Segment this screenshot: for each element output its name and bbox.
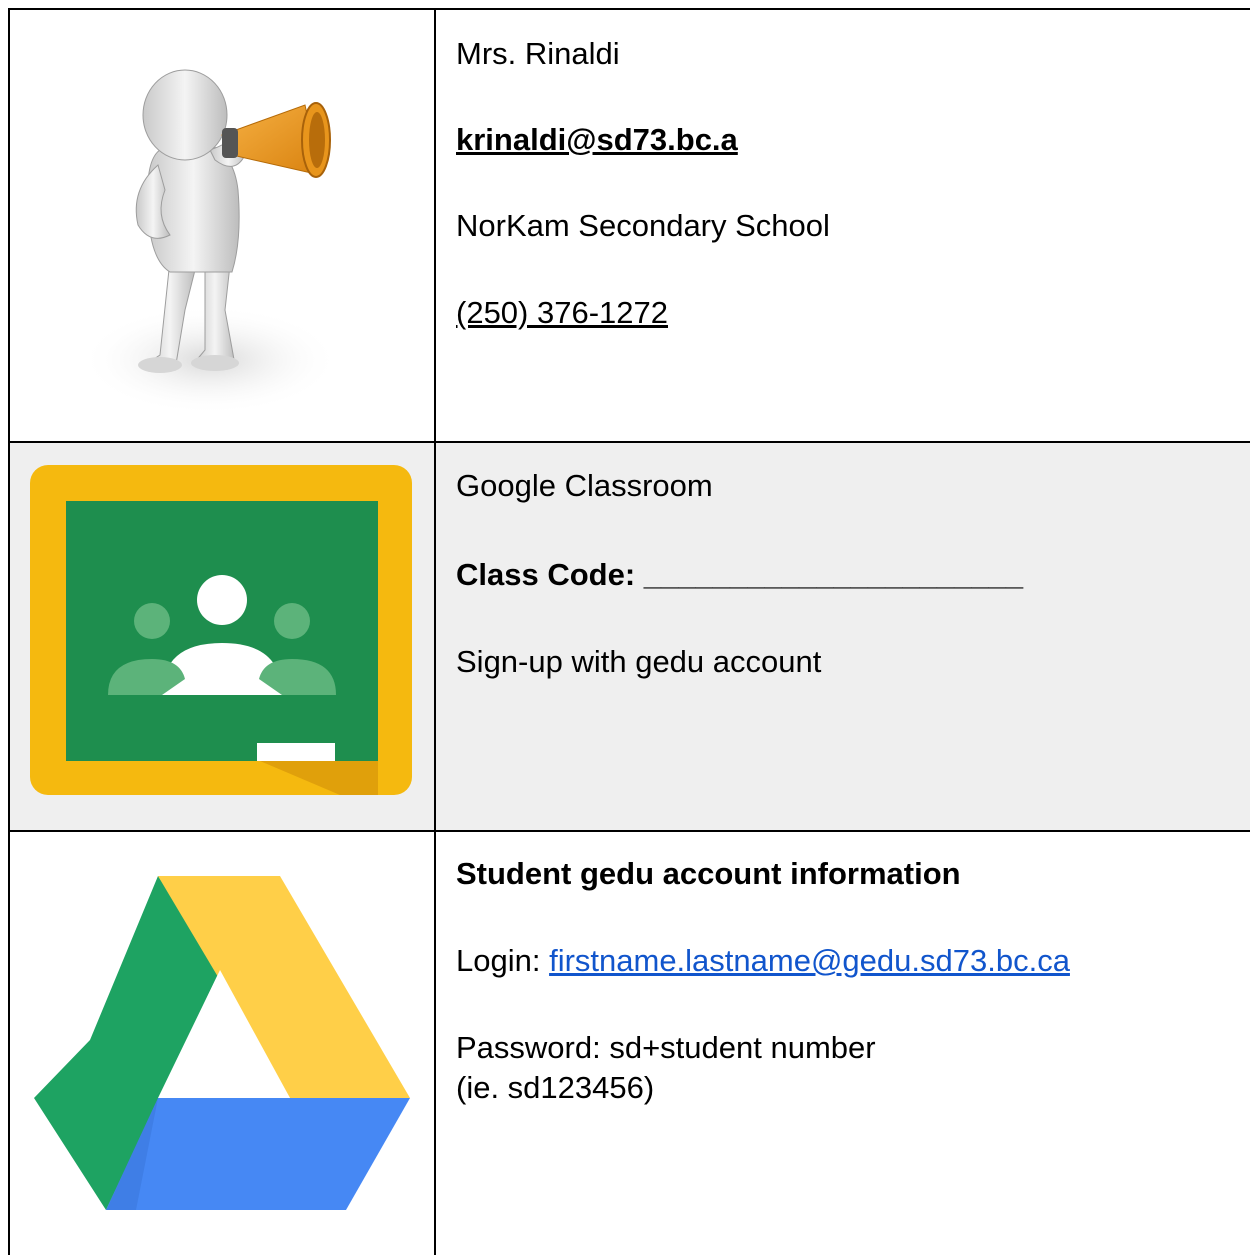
school-name: NorKam Secondary School	[456, 208, 830, 243]
classroom-title: Google Classroom	[456, 468, 713, 503]
google-classroom-icon	[30, 465, 412, 795]
signup-note: Sign-up with gedu account	[456, 644, 822, 679]
account-row: Student gedu account information Login: …	[8, 830, 1250, 1255]
phone-link[interactable]: (250) 376-1272	[456, 293, 668, 333]
account-heading: Student gedu account information	[456, 856, 961, 891]
login-line: Login: firstname.lastname@gedu.sd73.bc.c…	[456, 941, 1070, 981]
login-email-link[interactable]: firstname.lastname@gedu.sd73.bc.ca	[549, 943, 1070, 978]
megaphone-illustration-cell	[10, 10, 434, 441]
info-table: Mrs. Rinaldi krinaldi@sd73.bc.a NorKam S…	[8, 8, 1250, 1255]
table-column-divider	[434, 8, 436, 1255]
table-border-left	[8, 8, 10, 1255]
password-example: (ie. sd123456)	[456, 1070, 655, 1105]
teacher-name: Mrs. Rinaldi	[456, 36, 620, 71]
password-line: Password: sd+student number	[456, 1030, 876, 1065]
classroom-logo-cell	[10, 443, 434, 830]
classroom-row: Google Classroom Class Code: ___________…	[8, 441, 1250, 830]
class-code-blank: ______________________	[643, 557, 1024, 592]
login-label: Login:	[456, 943, 550, 978]
class-code-label: Class Code:	[456, 557, 644, 592]
contact-row: Mrs. Rinaldi krinaldi@sd73.bc.a NorKam S…	[8, 8, 1250, 441]
megaphone-person-icon	[80, 69, 340, 415]
drive-logo-cell	[10, 832, 434, 1255]
teacher-email-link[interactable]: krinaldi@sd73.bc.a	[456, 120, 738, 160]
class-code-line: Class Code: ______________________	[456, 555, 1023, 595]
google-drive-icon	[34, 876, 410, 1210]
